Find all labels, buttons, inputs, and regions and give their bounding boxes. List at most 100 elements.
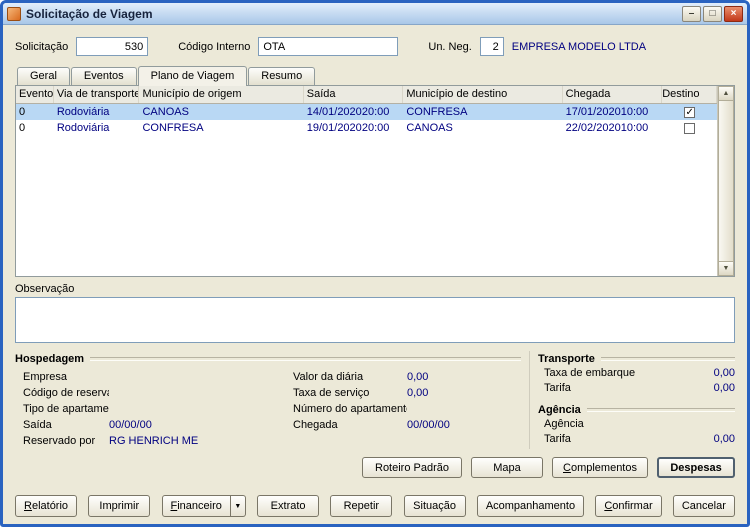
un-neg-label: Un. Neg. [428, 41, 471, 53]
close-button[interactable]: × [724, 6, 743, 22]
un-neg-input[interactable] [480, 37, 504, 56]
table-row[interactable]: 0RodoviáriaCONFRESA19/01/202020:00CANOAS… [16, 120, 717, 136]
window-title: Solicitação de Viagem [26, 7, 677, 21]
taxa-embarque-label: Taxa de embarque [544, 366, 714, 381]
transporte-tarifa-label: Tarifa [544, 381, 714, 396]
transporte-group-header: Transporte [538, 351, 735, 366]
cell-saida: 14/01/202020:00 [304, 104, 404, 120]
travel-plan-table: Evento Via de transporte Município de or… [15, 85, 735, 277]
col-saida[interactable]: Saída [304, 86, 404, 103]
vertical-scrollbar: ▲ ▼ [717, 86, 734, 276]
cell-municipio-origem: CONFRESA [139, 120, 303, 136]
cell-municipio-origem: CANOAS [139, 104, 303, 120]
solicitacao-label: Solicitação [15, 41, 68, 53]
cell-chegada: 17/01/202010:00 [563, 104, 663, 120]
observacao-label: Observação [15, 283, 735, 295]
titlebar[interactable]: Solicitação de Viagem – □ × [3, 3, 747, 25]
taxa-embarque-value: 0,00 [714, 366, 735, 381]
cell-via-transporte: Rodoviária [54, 104, 140, 120]
agencia-tarifa-label: Tarifa [544, 432, 714, 447]
tab-geral[interactable]: Geral [17, 67, 70, 85]
financeiro-dropdown-button[interactable]: ▼ [231, 495, 246, 517]
app-icon [7, 7, 21, 21]
bottom-buttons: Relatório Imprimir Financeiro▼ Extrato Repet… [15, 495, 735, 517]
complementos-button[interactable]: Complementos [552, 457, 648, 478]
confirmar-button[interactable]: Confirmar [595, 495, 661, 517]
agencia-label: Agência [544, 417, 735, 432]
financeiro-button[interactable]: Financeiro [162, 495, 231, 517]
extrato-button[interactable]: Extrato [257, 495, 319, 517]
agencia-group: Agência Agência Tarifa 0,00 [538, 402, 735, 447]
cell-municipio-destino: CONFRESA [403, 104, 562, 120]
dialog-content: Solicitação Código Interno Un. Neg. EMPR… [3, 25, 747, 524]
agencia-title: Agência [538, 404, 581, 416]
cancelar-button[interactable]: Cancelar [673, 495, 735, 517]
agencia-group-header: Agência [538, 402, 735, 417]
codigo-reserva-label: Código de reserva [23, 385, 109, 401]
empresa-value [109, 369, 293, 385]
tab-plano-de-viagem[interactable]: Plano de Viagem [138, 66, 248, 86]
empresa-label: Empresa [23, 369, 109, 385]
col-destino[interactable]: Destino [662, 86, 717, 103]
tab-eventos[interactable]: Eventos [71, 67, 137, 85]
despesas-button[interactable]: Despesas [657, 457, 735, 478]
maximize-button[interactable]: □ [703, 6, 722, 22]
numero-apartamento-label: Número do apartamento [293, 401, 407, 417]
tipo-apartamento-label: Tipo de apartamento [23, 401, 109, 417]
agencia-tarifa-value: 0,00 [714, 432, 735, 447]
reservado-por-value: RG HENRICH ME [109, 433, 293, 449]
reservado-por-label: Reservado por [23, 433, 109, 449]
cell-destino [662, 120, 717, 136]
financeiro-button-group: Financeiro▼ [162, 495, 246, 517]
scroll-thumb[interactable] [718, 101, 734, 261]
hospedagem-title: Hospedagem [15, 353, 84, 365]
valor-diaria-value: 0,00 [407, 369, 521, 385]
table-row[interactable]: 0RodoviáriaCANOAS14/01/202020:00CONFRESA… [16, 104, 717, 120]
mid-buttons: Roteiro Padrão Mapa Complementos Despesas [15, 457, 735, 478]
transporte-group: Transporte Taxa de embarque 0,00 Tarifa … [538, 351, 735, 396]
col-via-transporte[interactable]: Via de transporte [54, 86, 140, 103]
right-groups: Transporte Taxa de embarque 0,00 Tarifa … [529, 351, 735, 449]
transporte-tarifa-value: 0,00 [714, 381, 735, 396]
scroll-down-button[interactable]: ▼ [718, 261, 734, 276]
tipo-apartamento-value [109, 401, 293, 417]
codigo-interno-input[interactable] [258, 37, 398, 56]
cell-chegada: 22/02/202010:00 [563, 120, 663, 136]
tab-strip: Geral Eventos Plano de Viagem Resumo [15, 65, 735, 85]
hospedagem-fields: Empresa Valor da diária 0,00 Código de r… [23, 369, 521, 449]
col-municipio-origem[interactable]: Município de origem [139, 86, 303, 103]
hospedagem-group-header: Hospedagem [15, 351, 521, 366]
numero-apartamento-value [407, 401, 521, 417]
destino-checkbox[interactable]: ✓ [684, 107, 695, 118]
taxa-servico-value: 0,00 [407, 385, 521, 401]
mapa-button[interactable]: Mapa [471, 457, 543, 478]
cell-evento: 0 [16, 120, 54, 136]
repetir-button[interactable]: Repetir [330, 495, 392, 517]
solicitacao-input[interactable] [76, 37, 148, 56]
hospedagem-saida-value: 00/00/00 [109, 417, 293, 433]
relatorio-button[interactable]: Relatório [15, 495, 77, 517]
col-municipio-destino[interactable]: Município de destino [403, 86, 562, 103]
cell-evento: 0 [16, 104, 54, 120]
observacao-textarea[interactable] [15, 297, 735, 343]
cell-saida: 19/01/202020:00 [304, 120, 404, 136]
col-chegada[interactable]: Chegada [563, 86, 663, 103]
destino-checkbox[interactable] [684, 123, 695, 134]
hospedagem-saida-label: Saída [23, 417, 109, 433]
taxa-servico-label: Taxa de serviço [293, 385, 407, 401]
imprimir-button[interactable]: Imprimir [88, 495, 150, 517]
tab-resumo[interactable]: Resumo [248, 67, 315, 85]
situacao-button[interactable]: Situação [404, 495, 466, 517]
col-evento[interactable]: Evento [16, 86, 54, 103]
acompanhamento-button[interactable]: Acompanhamento [477, 495, 584, 517]
minimize-button[interactable]: – [682, 6, 701, 22]
cell-destino: ✓ [662, 104, 717, 120]
roteiro-padrao-button[interactable]: Roteiro Padrão [362, 457, 462, 478]
header-fields: Solicitação Código Interno Un. Neg. EMPR… [15, 37, 735, 56]
solicitacao-viagem-window: Solicitação de Viagem – □ × Solicitação … [0, 0, 750, 527]
hospedagem-chegada-value: 00/00/00 [407, 417, 521, 433]
hospedagem-group: Hospedagem Empresa Valor da diária 0,00 … [15, 351, 529, 449]
cell-via-transporte: Rodoviária [54, 120, 140, 136]
codigo-reserva-value [109, 385, 293, 401]
scroll-up-button[interactable]: ▲ [718, 86, 734, 101]
